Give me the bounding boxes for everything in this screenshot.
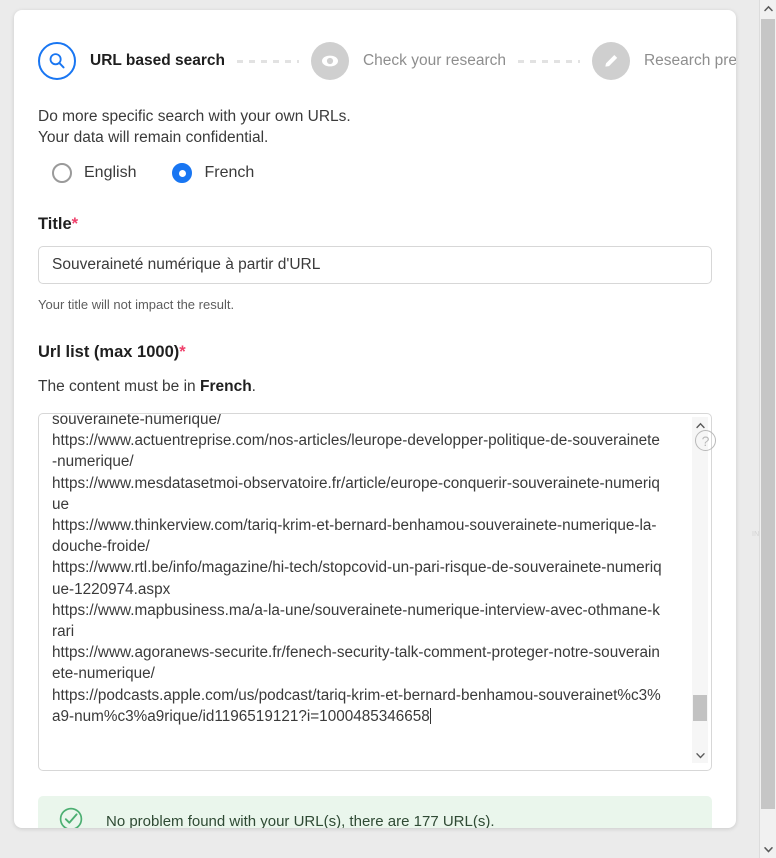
chevron-up-icon: [695, 422, 705, 428]
stepper: URL based search Check your research Res…: [38, 42, 736, 80]
page-scroll-down-button[interactable]: [760, 841, 776, 858]
help-icon[interactable]: ?: [695, 430, 716, 451]
url-list-textarea[interactable]: souverainete-numerique/ https://www.actu…: [38, 413, 712, 771]
page-scrollbar[interactable]: [759, 0, 776, 858]
eye-icon-glyph: [321, 55, 338, 67]
check-circle-icon: [58, 806, 84, 828]
radio-label-french: French: [204, 164, 255, 181]
pencil-icon: [591, 42, 630, 80]
title-hint: Your title will not impact the result.: [38, 297, 235, 312]
url-list-textarea-content[interactable]: souverainete-numerique/ https://www.actu…: [52, 413, 662, 769]
radio-option-french[interactable]: French: [172, 163, 254, 183]
url-list-hint-language: French: [199, 378, 252, 395]
stepper-step-label: URL based search: [90, 52, 225, 69]
search-icon-glyph: [49, 53, 65, 69]
stepper-step-check-your-research[interactable]: Check your research: [310, 42, 506, 80]
stepper-step-label: Check your research: [362, 52, 506, 69]
chevron-down-icon: [695, 752, 705, 759]
radio-option-english[interactable]: English: [52, 163, 136, 183]
intro-text: Do more specific search with your own UR…: [38, 106, 351, 148]
validation-message: No problem found with your URL(s), there…: [106, 812, 495, 829]
chevron-down-icon: [763, 847, 773, 853]
search-icon: [38, 42, 76, 80]
title-field-label: Title*: [38, 215, 78, 234]
text-caret: [429, 707, 431, 724]
textarea-scrollbar[interactable]: [692, 417, 708, 763]
eye-icon: [310, 42, 349, 80]
textarea-scroll-down-button[interactable]: [692, 747, 708, 763]
intro-line-2: Your data will remain confidential.: [38, 129, 269, 146]
chevron-up-icon: [763, 5, 773, 12]
app-root: INCR URL based search: [0, 0, 776, 858]
stepper-step-url-based-search[interactable]: URL based search: [38, 42, 225, 80]
url-list-language-hint: The content must be in French.: [38, 378, 256, 396]
title-required-marker: *: [71, 215, 79, 233]
url-list-label-prefix: Url list (max: [38, 343, 138, 361]
url-list-hint-prefix: The content must be in: [38, 378, 200, 395]
radio-dot-french[interactable]: [172, 163, 193, 183]
stepper-step-research-preview[interactable]: Research preview: [591, 42, 736, 80]
url-search-card: URL based search Check your research Res…: [14, 10, 736, 828]
radio-label-english: English: [84, 164, 137, 181]
check-circle-icon-glyph: [59, 807, 83, 828]
stepper-connector-1: [236, 59, 299, 63]
title-label-text: Title: [38, 215, 72, 233]
language-radio-group: English French: [52, 163, 290, 183]
radio-dot-english[interactable]: [52, 163, 72, 183]
stepper-connector-2: [517, 59, 580, 63]
stepper-step-label: Research preview: [643, 52, 736, 69]
validation-banner: No problem found with your URL(s), there…: [38, 796, 712, 828]
url-list-hint-suffix: .: [251, 378, 256, 395]
intro-line-1: Do more specific search with your own UR…: [38, 108, 351, 125]
textarea-scroll-thumb[interactable]: [693, 695, 707, 721]
url-list-label: Url list (max 1000)*: [38, 343, 186, 362]
title-input[interactable]: [38, 246, 712, 284]
url-list-text: souverainete-numerique/ https://www.actu…: [52, 413, 662, 725]
page-scroll-thumb[interactable]: [761, 19, 775, 809]
page-scroll-up-button[interactable]: [760, 0, 776, 17]
url-list-label-max: 1000: [137, 343, 174, 361]
url-list-required-marker: *: [179, 343, 186, 361]
pencil-icon-glyph: [605, 55, 618, 67]
